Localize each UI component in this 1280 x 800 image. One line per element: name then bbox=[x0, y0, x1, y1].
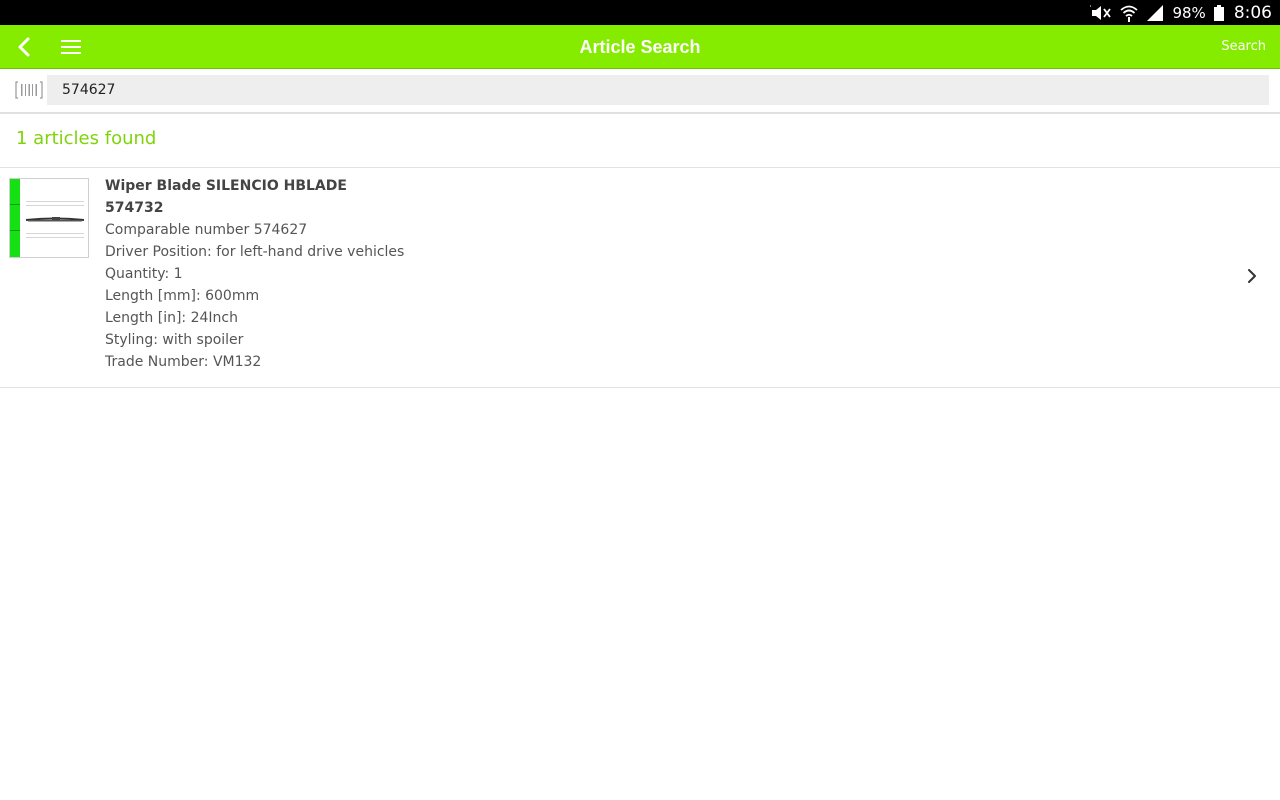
article-title: Wiper Blade SILENCIO HBLADE bbox=[105, 178, 347, 194]
comparable-number: Comparable number 574627 bbox=[105, 222, 308, 238]
length-mm: Length [mm]: 600mm bbox=[105, 288, 260, 304]
back-arrow-icon bbox=[18, 37, 30, 57]
search-button[interactable]: Search bbox=[1221, 25, 1266, 69]
signal-icon bbox=[1146, 4, 1164, 21]
driver-position: Driver Position: for left-hand drive veh… bbox=[105, 244, 405, 260]
clock: 8:06 bbox=[1233, 2, 1272, 23]
menu-button[interactable] bbox=[56, 33, 86, 61]
article-details: Wiper Blade SILENCIO HBLADE 574732 Compa… bbox=[105, 175, 404, 373]
article-list-item[interactable]: Wiper Blade SILENCIO HBLADE 574732 Compa… bbox=[0, 168, 1280, 387]
search-bar bbox=[0, 69, 1280, 114]
chevron-right-icon bbox=[1248, 269, 1256, 283]
article-thumbnail bbox=[9, 178, 89, 258]
stock-indicator bbox=[10, 179, 20, 257]
app-bar: Article Search Search bbox=[0, 25, 1280, 69]
battery-icon bbox=[1213, 4, 1224, 21]
length-in: Length [in]: 24Inch bbox=[105, 310, 238, 326]
wiper-blade-image bbox=[25, 201, 85, 238]
quantity: Quantity: 1 bbox=[105, 266, 183, 282]
barcode-scan-button[interactable] bbox=[14, 80, 44, 100]
mute-icon bbox=[1090, 5, 1112, 21]
battery-percent: 98% bbox=[1172, 3, 1206, 22]
trade-number: Trade Number: VM132 bbox=[105, 354, 262, 370]
status-bar: 98% 8:06 bbox=[0, 0, 1280, 25]
divider bbox=[0, 387, 1280, 388]
article-number: 574732 bbox=[105, 200, 164, 216]
back-button[interactable] bbox=[10, 33, 38, 61]
hamburger-menu-icon bbox=[61, 40, 81, 54]
barcode-icon bbox=[15, 81, 43, 99]
styling: Styling: with spoiler bbox=[105, 332, 244, 348]
results-count: 1 articles found bbox=[16, 128, 157, 149]
page-title: Article Search bbox=[579, 37, 701, 57]
search-input[interactable] bbox=[47, 75, 1269, 105]
status-icons: 98% 8:06 bbox=[1090, 0, 1272, 25]
wifi-icon bbox=[1120, 4, 1139, 22]
